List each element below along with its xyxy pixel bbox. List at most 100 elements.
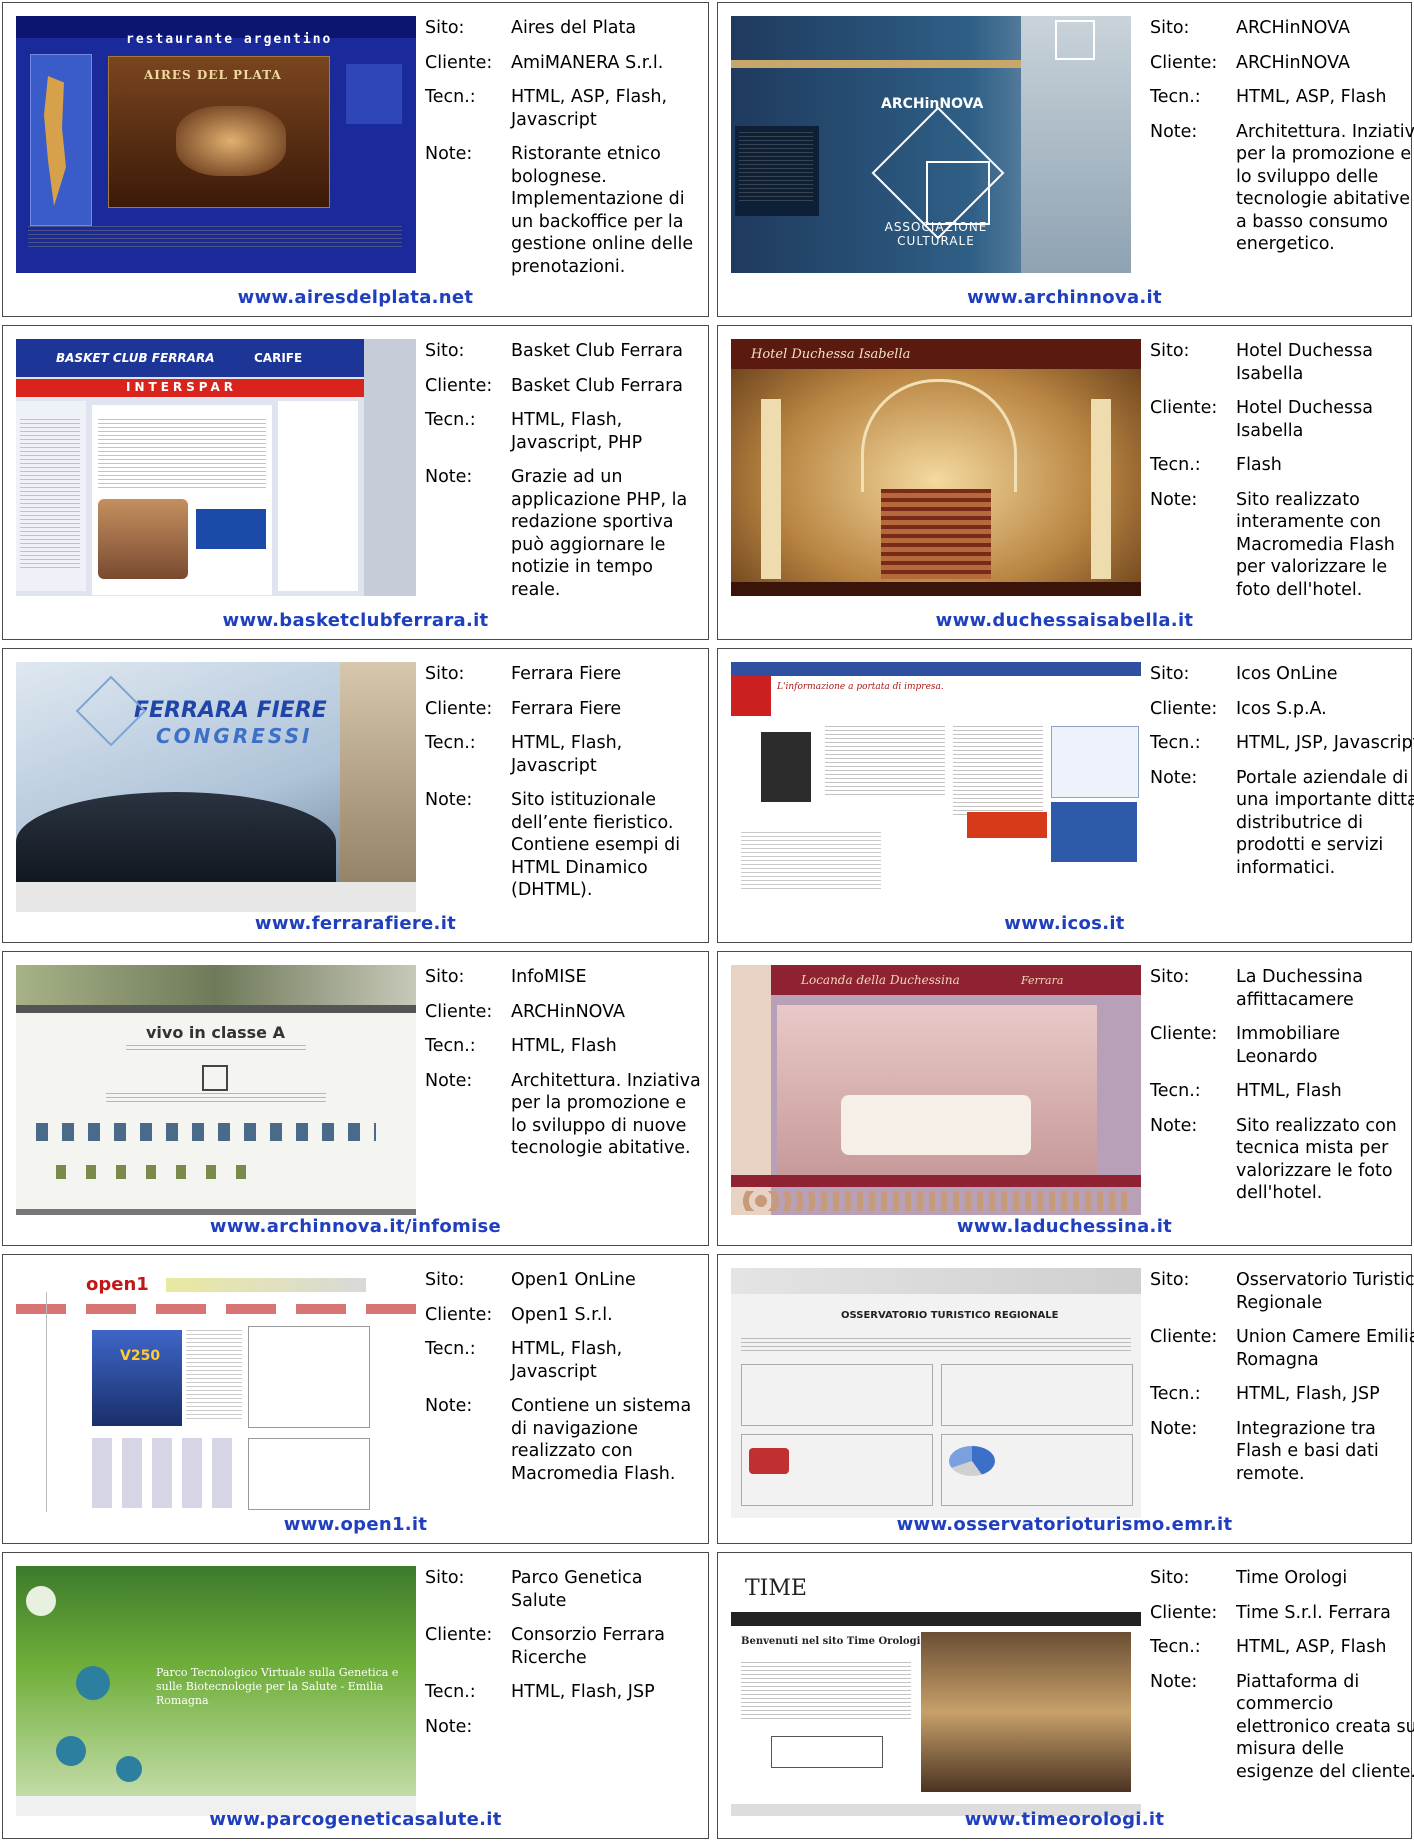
screenshot-thumbnail[interactable]: ARCHinNOVA ASSOCIAZIONE CULTURALE [731,16,1131,273]
client-value: Basket Club Ferrara [511,375,683,396]
tech-label: Tecn.: [425,1036,476,1056]
notes-label: Note: [1150,489,1198,510]
site-link[interactable]: www.icos.it [718,913,1411,934]
tech-label: Tecn.: [1150,1384,1201,1404]
notes-value: Ristorante etnico bolognese. Implementaz… [511,144,694,277]
site-value: ARCHinNOVA [1236,18,1350,38]
tech-value: HTML, ASP, Flash [1236,87,1387,107]
notes-label: Note: [425,1070,473,1091]
site-value: Hotel Duchessa Isabella [1236,341,1373,384]
tech-value: HTML, Flash [1236,1081,1342,1101]
tech-label: Tecn.: [1150,1081,1201,1101]
site-link[interactable]: www.timeorologi.it [718,1809,1411,1830]
site-link[interactable]: www.airesdelplata.net [3,287,708,308]
notes-value: Portale aziendale di una importante ditt… [1236,767,1414,878]
client-label: Cliente: [425,1001,493,1022]
site-link[interactable]: www.ferrarafiere.it [3,913,708,934]
tech-value: HTML, Flash [511,1036,617,1056]
portfolio-card-aires: restaurante argentino AIRES DEL PLATA Si… [2,2,709,317]
portfolio-card-open1: open1 V250 Sito: Open1 OnLine Cliente: Ope… [2,1254,709,1544]
screenshot-thumbnail[interactable]: Hotel Duchessa Isabella [731,339,1141,596]
client-label: Cliente: [1150,52,1218,73]
site-value: La Duchessina affittacamere [1236,967,1363,1010]
tech-label: Tecn.: [425,1339,476,1359]
screenshot-thumbnail[interactable]: Locanda della Duchessina Ferrara [731,965,1141,1215]
notes-label: Note: [1150,1671,1198,1692]
tech-value: HTML, JSP, Javascript [1236,733,1414,753]
screenshot-thumbnail[interactable]: open1 V250 [16,1268,416,1518]
site-label: Sito: [425,18,465,38]
site-link[interactable]: www.archinnova.it/infomise [3,1216,708,1237]
portfolio-card-infomise: vivo in classe A Sito: InfoMISE Cliente: A… [2,951,709,1246]
notes-value: Contiene un sistema di navigazione reali… [511,1396,692,1484]
site-label: Sito: [1150,664,1190,684]
tech-value: HTML, Flash, JSP [1236,1384,1380,1404]
portfolio-card-parcogenetica: Parco Tecnologico Virtuale sulla Genetic… [2,1552,709,1839]
client-label: Cliente: [425,1304,493,1325]
site-label: Sito: [1150,341,1190,361]
tech-value: HTML, Flash, Javascript [511,733,623,776]
portfolio-card-osservatorio: OSSERVATORIO TURISTICO REGIONALE Sito: Os… [717,1254,1414,1544]
site-link[interactable]: www.parcogeneticasalute.it [3,1809,708,1830]
site-value: Basket Club Ferrara [511,341,683,361]
tech-label: Tecn.: [425,733,476,753]
portfolio-card-duchessa: Hotel Duchessa Isabella Sito: Hotel Duche… [717,325,1412,640]
tech-label: Tecn.: [1150,733,1201,753]
tech-label: Tecn.: [1150,87,1201,107]
tech-value: HTML, Flash, JSP [511,1682,655,1702]
tech-value: HTML, Flash, Javascript, PHP [511,410,643,453]
notes-label: Note: [425,144,473,164]
site-value: Osservatorio Turistico Regionale [1236,1270,1414,1313]
tech-label: Tecn.: [1150,1637,1201,1657]
screenshot-thumbnail[interactable]: TIME Benvenuti nel sito Time Orologi [731,1566,1141,1816]
site-value: Aires del Plata [511,18,637,38]
site-value: InfoMISE [511,967,587,987]
site-label: Sito: [1150,18,1190,38]
site-label: Sito: [1150,1568,1190,1588]
notes-value: Sito realizzato interamente con Macromed… [1236,489,1395,600]
screenshot-thumbnail[interactable]: BASKET CLUB FERRARA CARIFE INTERSPAR [16,339,416,596]
notes-label: Note: [1150,121,1198,142]
site-link[interactable]: www.osservatorioturismo.emr.it [718,1514,1411,1535]
site-value: Parco Genetica Salute [511,1568,643,1611]
client-label: Cliente: [1150,1602,1218,1623]
site-label: Sito: [1150,967,1190,987]
notes-value: Piattaforma di commercio elettronico cre… [1236,1671,1414,1782]
client-value: ARCHinNOVA [1236,52,1350,73]
screenshot-thumbnail[interactable]: FERRARA FIERE CONGRESSI [16,662,416,912]
tech-value: HTML, Flash, Javascript [511,1339,623,1382]
notes-label: Note: [425,790,473,810]
site-value: Time Orologi [1236,1568,1348,1588]
client-label: Cliente: [1150,398,1218,418]
site-label: Sito: [425,664,465,684]
client-value: Hotel Duchessa Isabella [1236,398,1373,441]
site-link[interactable]: www.duchessaisabella.it [718,610,1411,631]
screenshot-thumbnail[interactable]: OSSERVATORIO TURISTICO REGIONALE [731,1268,1141,1518]
portfolio-card-archinnova: ARCHinNOVA ASSOCIAZIONE CULTURALE Sito: A… [717,2,1414,317]
site-link[interactable]: www.open1.it [3,1514,708,1535]
screenshot-thumbnail[interactable]: restaurante argentino AIRES DEL PLATA [16,16,416,273]
screenshot-thumbnail[interactable]: vivo in classe A [16,965,416,1215]
site-link[interactable]: www.archinnova.it [718,287,1411,308]
site-link[interactable]: www.basketclubferrara.it [3,610,708,631]
portfolio-grid: restaurante argentino AIRES DEL PLATA Si… [0,0,1414,1841]
client-label: Cliente: [425,52,493,73]
site-link[interactable]: www.laduchessina.it [718,1216,1411,1237]
site-label: Sito: [425,1270,465,1290]
client-value: Immobiliare Leonardo [1236,1024,1340,1067]
portfolio-card-basket: BASKET CLUB FERRARA CARIFE INTERSPAR Sit… [2,325,709,640]
site-label: Sito: [1150,1270,1190,1290]
tech-label: Tecn.: [1150,455,1201,475]
site-label: Sito: [425,967,465,987]
notes-label: Note: [425,467,473,487]
screenshot-thumbnail[interactable]: Parco Tecnologico Virtuale sulla Genetic… [16,1566,416,1816]
client-value: Icos S.p.A. [1236,698,1327,719]
tech-label: Tecn.: [425,410,476,430]
site-value: Icos OnLine [1236,664,1338,684]
screenshot-thumbnail[interactable]: L'informazione a portata di impresa. [731,662,1141,912]
client-label: Cliente: [1150,698,1218,719]
tech-value: HTML, ASP, Flash [1236,1637,1387,1657]
client-value: Open1 S.r.l. [511,1304,613,1325]
client-label: Cliente: [1150,1327,1218,1347]
portfolio-card-ferrarafiere: FERRARA FIERE CONGRESSI Sito: Ferrara Fie… [2,648,709,943]
